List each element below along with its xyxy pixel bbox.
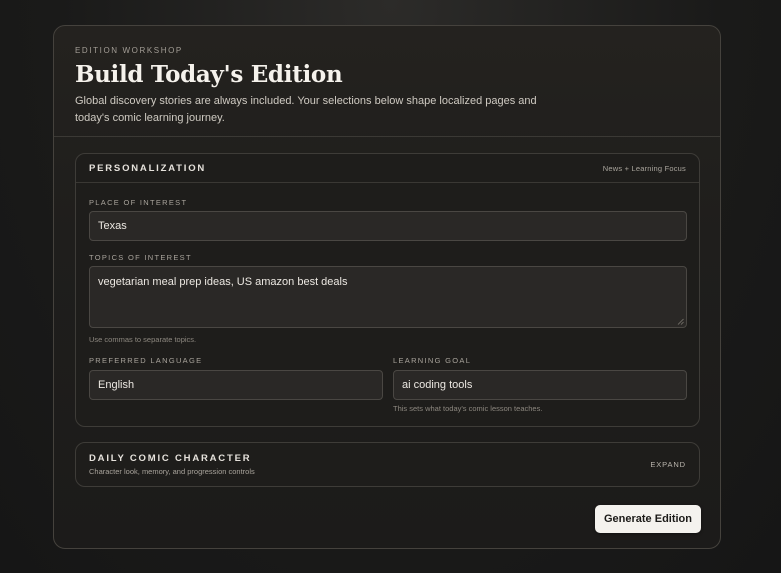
resize-handle-icon[interactable] [677, 318, 684, 325]
personalization-title: PERSONALIZATION [89, 162, 207, 174]
page-subtitle: Global discovery stories are always incl… [75, 95, 537, 124]
topics-of-interest-textarea[interactable]: vegetarian meal prep ideas, US amazon be… [89, 266, 687, 328]
personalization-card: PERSONALIZATION News + Learning Focus PL… [75, 153, 700, 427]
learning-goal-input[interactable]: ai coding tools [393, 370, 687, 400]
edition-workshop-dialog: EDITION WORKSHOP Build Today's Edition G… [53, 25, 721, 549]
personalization-meta: News + Learning Focus [602, 163, 686, 173]
page-title: Build Today's Edition [75, 61, 343, 88]
place-of-interest-value: Texas [98, 220, 127, 232]
preferred-language-value: English [98, 379, 135, 391]
expand-button[interactable]: EXPAND [650, 460, 686, 469]
preferred-language-label: PREFERRED LANGUAGE [89, 356, 203, 365]
learning-goal-label: LEARNING GOAL [393, 356, 472, 365]
topics-hint: Use commas to separate topics. [89, 335, 197, 344]
place-of-interest-label: PLACE OF INTEREST [89, 198, 188, 207]
eyebrow-label: EDITION WORKSHOP [75, 46, 183, 55]
topics-of-interest-value: vegetarian meal prep ideas, US amazon be… [98, 276, 348, 288]
learning-goal-hint: This sets what today's comic lesson teac… [393, 404, 543, 413]
topics-of-interest-label: TOPICS OF INTEREST [89, 253, 192, 262]
dialog-header: EDITION WORKSHOP Build Today's Edition G… [54, 26, 720, 137]
place-of-interest-input[interactable]: Texas [89, 211, 687, 241]
personalization-card-header: PERSONALIZATION News + Learning Focus [76, 154, 699, 183]
daily-comic-character-card[interactable]: DAILY COMIC CHARACTER Character look, me… [75, 442, 700, 487]
preferred-language-input[interactable]: English [89, 370, 383, 400]
learning-goal-value: ai coding tools [402, 379, 473, 391]
comic-card-subtitle: Character look, memory, and progression … [89, 467, 255, 476]
generate-edition-button[interactable]: Generate Edition [595, 505, 701, 533]
comic-card-title: DAILY COMIC CHARACTER [89, 453, 252, 464]
